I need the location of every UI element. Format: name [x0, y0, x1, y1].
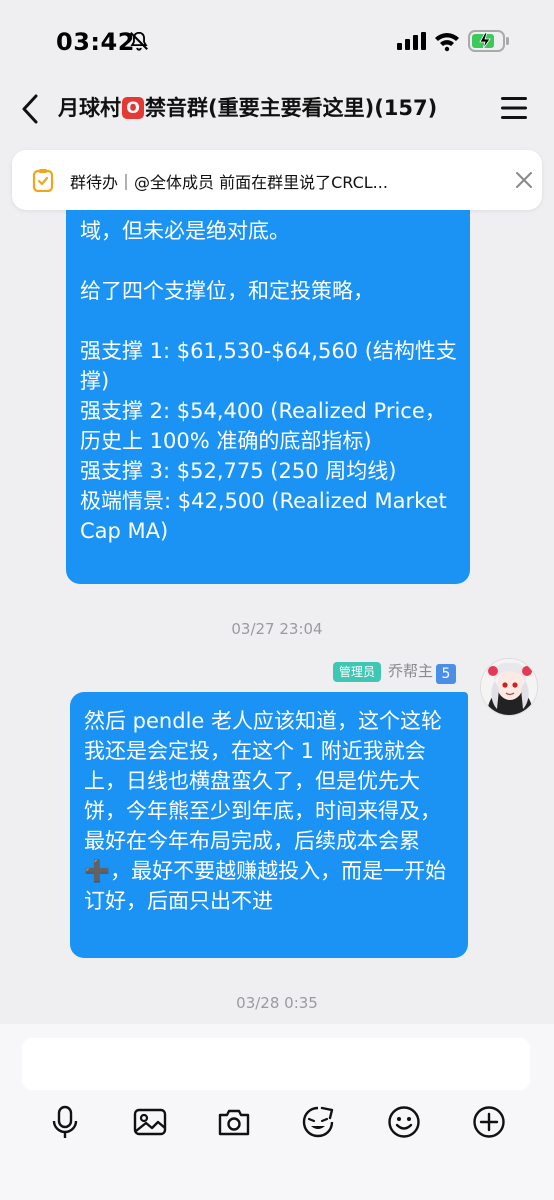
close-icon[interactable]: [514, 170, 534, 190]
clipboard-check-icon: [32, 169, 54, 192]
bell-off-icon: [130, 31, 148, 51]
message-line: 强支撑 1: $61,530-$64,560 (结构性支撑): [80, 339, 457, 393]
message-line: 强支撑 3: $52,775 (250 周均线): [80, 459, 397, 483]
avatar[interactable]: [480, 658, 538, 716]
back-arrow-icon[interactable]: [18, 92, 42, 126]
message-bubble[interactable]: 域，但未必是绝对底。 给了四个支撑位，和定投策略， 强支撑 1: $61,530…: [66, 210, 470, 584]
cellular-signal-icon: [397, 32, 426, 50]
group-title-suffix: 禁音群(重要主要看这里)(157): [145, 96, 438, 120]
stop-icon: O: [122, 97, 144, 119]
level-badge: 5: [436, 664, 457, 684]
message-line: 给了四个支撑位，和定投策略，: [80, 279, 374, 303]
message-line: 极端情景: $42,500 (Realized Market Cap MA): [80, 489, 454, 543]
message-timestamp: 03/28 0:35: [236, 994, 318, 1012]
battery-charging-icon: [468, 30, 509, 52]
camera-icon[interactable]: [216, 1104, 252, 1140]
sticker-icon[interactable]: [300, 1104, 336, 1140]
message-text: 然后 pendle 老人应该知道，这个这轮我还是会定投，在这个 1 附近我就会上…: [84, 709, 447, 913]
status-bar: 03:42: [0, 0, 554, 84]
avatar-image: [481, 659, 537, 715]
image-icon[interactable]: [132, 1104, 168, 1140]
group-title-prefix: 月球村: [58, 96, 121, 120]
emoji-icon[interactable]: [386, 1104, 422, 1140]
status-time: 03:42: [56, 28, 135, 56]
message-line: 强支撑 2: $54,400 (Realized Price，历史上 100% …: [80, 399, 446, 453]
message-line: 域，但未必是绝对底。: [80, 219, 290, 243]
chat-header: 月球村 O 禁音群(重要主要看这里)(157): [0, 84, 554, 134]
sender-name-text: 乔帮主: [388, 662, 434, 680]
group-todo-banner[interactable]: 群待办｜@全体成员 前面在群里说了CRCL...: [12, 150, 542, 210]
composer: [0, 1024, 554, 1200]
menu-icon[interactable]: [500, 95, 528, 121]
microphone-icon[interactable]: [47, 1104, 83, 1140]
todo-text: 群待办｜@全体成员 前面在群里说了CRCL...: [70, 173, 388, 192]
group-title[interactable]: 月球村 O 禁音群(重要主要看这里)(157): [58, 92, 437, 122]
admin-badge: 管理员: [333, 662, 382, 682]
message-input[interactable]: [22, 1038, 530, 1090]
sender-name[interactable]: 乔帮主 5: [388, 660, 457, 684]
wifi-icon: [435, 33, 459, 52]
plus-icon[interactable]: [471, 1104, 507, 1140]
message-timestamp: 03/27 23:04: [231, 620, 323, 638]
message-bubble-own[interactable]: 然后 pendle 老人应该知道，这个这轮我还是会定投，在这个 1 附近我就会上…: [70, 692, 468, 958]
